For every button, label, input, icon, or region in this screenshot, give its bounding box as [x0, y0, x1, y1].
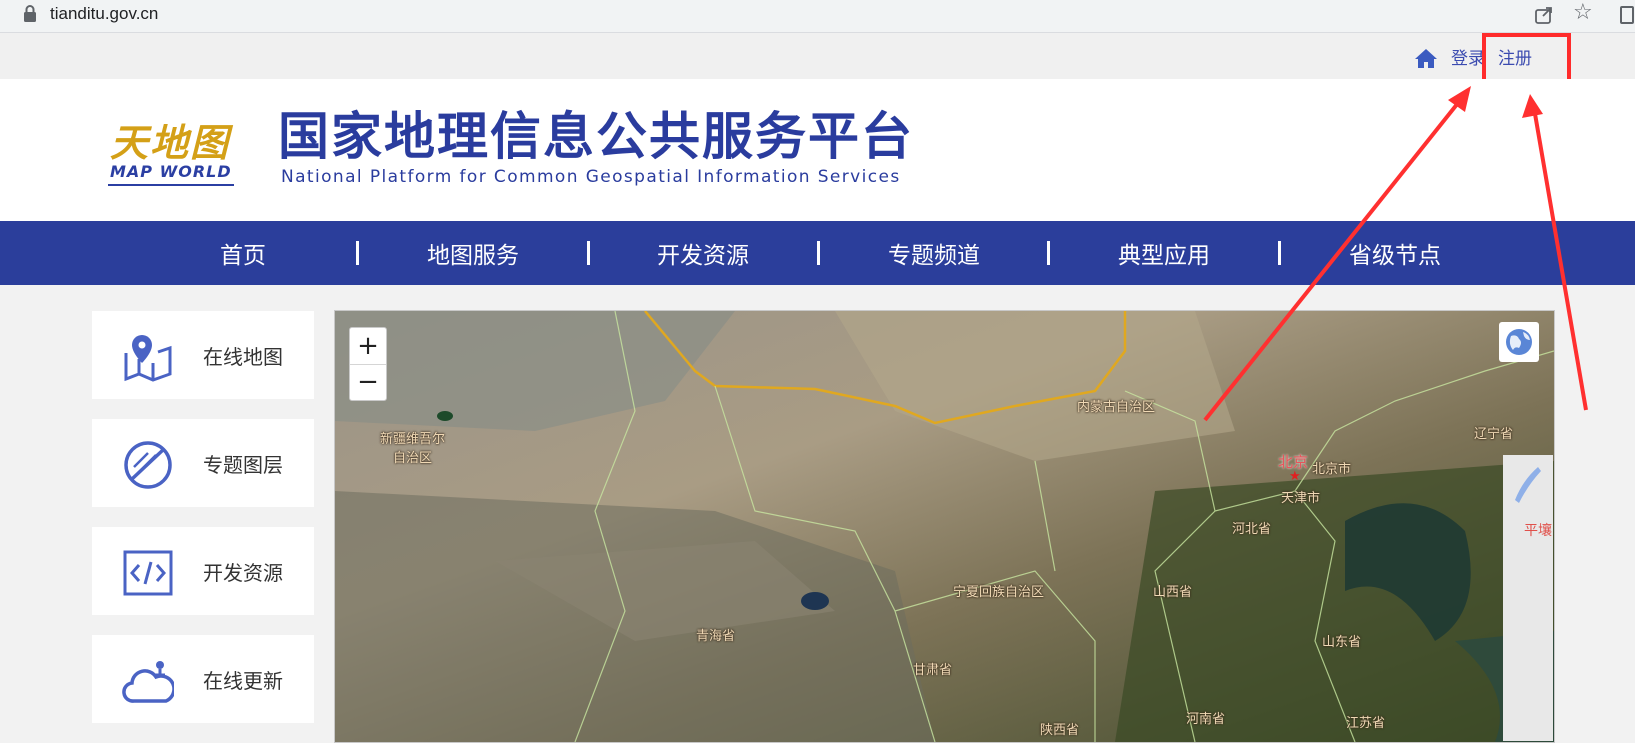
annotation-arrows [1203, 86, 1588, 422]
